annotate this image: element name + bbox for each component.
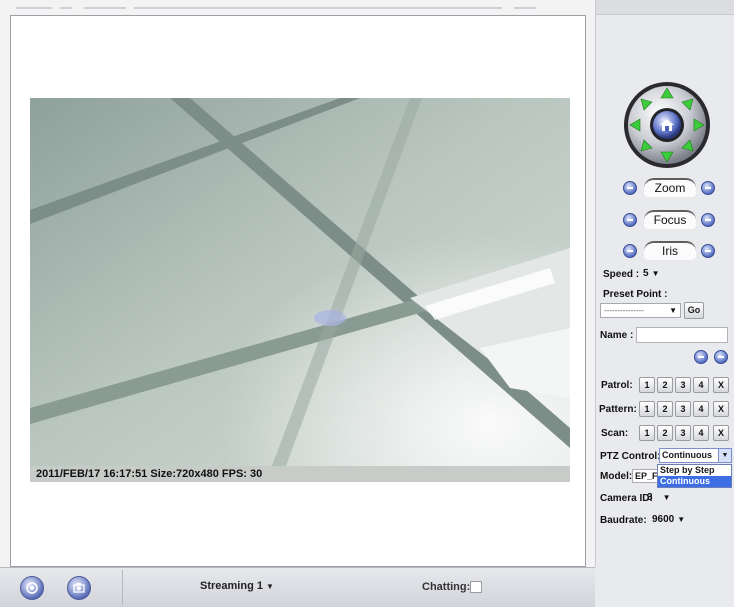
patrol-label: Patrol:	[601, 380, 633, 391]
chevron-down-icon: ▼	[651, 269, 660, 278]
scan-stop-button[interactable]: X	[713, 425, 729, 441]
chevron-down-icon: ▼	[718, 449, 731, 462]
zoom-control: Zoom	[596, 176, 734, 200]
patrol-button-2[interactable]: 2	[657, 377, 673, 393]
bottom-toolbar: Streaming 1 ▼ Chatting:	[0, 567, 595, 607]
chatting-checkbox[interactable]	[470, 581, 482, 593]
pattern-button-3[interactable]: 3	[675, 401, 691, 417]
zoom-in-button[interactable]	[701, 181, 715, 195]
focus-far-button[interactable]	[701, 213, 715, 227]
chevron-down-icon: ▼	[677, 515, 686, 524]
toolbar-divider	[122, 570, 123, 605]
patrol-button-1[interactable]: 1	[639, 377, 655, 393]
camera-id-label: Camera ID:	[600, 493, 653, 504]
scan-label: Scan:	[601, 428, 629, 439]
name-label: Name :	[600, 330, 634, 341]
iris-open-button[interactable]	[701, 244, 715, 258]
patrol-button-3[interactable]: 3	[675, 377, 691, 393]
live-video[interactable]: 2011/FEB/17 16:17:51 Size:720x480 FPS: 3…	[30, 98, 570, 482]
ptz-control-value: Continuous	[662, 450, 712, 460]
ptz-control-label: PTZ Control:	[600, 451, 661, 462]
ptz-panel-header	[596, 0, 734, 15]
chevron-down-icon: ▼	[669, 306, 677, 315]
viewer-frame: 2011/FEB/17 16:17:51 Size:720x480 FPS: 3…	[0, 0, 596, 567]
ptz-control-select[interactable]: Continuous ▼	[659, 448, 732, 463]
go-button[interactable]: Go	[684, 302, 704, 319]
pattern-button-1[interactable]: 1	[639, 401, 655, 417]
pattern-button-2[interactable]: 2	[657, 401, 673, 417]
pattern-stop-button[interactable]: X	[713, 401, 729, 417]
focus-control: Focus	[596, 208, 734, 232]
pattern-label: Pattern:	[599, 404, 637, 415]
scan-row: Scan: 1 2 3 4 X	[596, 425, 734, 443]
patrol-stop-button[interactable]: X	[713, 377, 729, 393]
streaming-select[interactable]: Streaming 1 ▼	[200, 580, 274, 592]
chevron-down-icon: ▼	[662, 493, 671, 502]
speed-label: Speed :	[603, 269, 640, 280]
camera-id-value: 3	[647, 492, 653, 503]
scan-button-1[interactable]: 1	[639, 425, 655, 441]
snapshot-button[interactable]	[67, 576, 91, 600]
pattern-row: Pattern: 1 2 3 4 X	[596, 401, 734, 419]
ptz-panel: Zoom Focus Iris Speed : 5 ▼ Preset Point …	[596, 0, 734, 606]
camera-scene-image	[30, 98, 570, 482]
patrol-row: Patrol: 1 2 3 4 X	[596, 377, 734, 395]
patrol-button-4[interactable]: 4	[693, 377, 709, 393]
speed-select[interactable]: 5 ▼	[643, 268, 659, 279]
record-button[interactable]	[20, 576, 44, 600]
preset-remove-button[interactable]	[714, 350, 728, 364]
ptz-control-dropdown: Step by Step Continuous	[657, 464, 732, 488]
chatting-label: Chatting:	[422, 581, 471, 593]
focus-label: Focus	[644, 210, 696, 229]
pan-tilt-joystick[interactable]	[622, 80, 712, 170]
streaming-select-value: Streaming 1	[200, 580, 263, 592]
baudrate-value: 9600	[652, 514, 675, 525]
preset-point-label: Preset Point :	[603, 289, 668, 300]
snapshot-icon	[73, 583, 85, 593]
preset-point-select[interactable]: --------------- ▼	[600, 303, 681, 318]
model-label: Model:	[600, 471, 633, 482]
preset-add-button[interactable]	[694, 350, 708, 364]
speed-value: 5	[643, 268, 649, 279]
zoom-out-button[interactable]	[623, 181, 637, 195]
record-icon	[26, 582, 38, 594]
camera-id-select[interactable]: 3 ▼	[647, 492, 670, 503]
ptz-option-continuous[interactable]: Continuous	[658, 476, 731, 487]
home-icon	[660, 119, 674, 131]
baudrate-label: Baudrate:	[600, 515, 647, 526]
ptz-option-step-by-step[interactable]: Step by Step	[658, 465, 731, 476]
zoom-label: Zoom	[644, 178, 696, 197]
pattern-button-4[interactable]: 4	[693, 401, 709, 417]
top-strip	[0, 0, 595, 14]
scan-button-2[interactable]: 2	[657, 425, 673, 441]
name-input[interactable]	[636, 327, 728, 343]
iris-control: Iris	[596, 239, 734, 263]
iris-close-button[interactable]	[623, 244, 637, 258]
baudrate-select[interactable]: 9600 ▼	[652, 514, 685, 525]
chevron-down-icon: ▼	[265, 582, 274, 591]
focus-near-button[interactable]	[623, 213, 637, 227]
iris-label: Iris	[644, 241, 696, 260]
model-field[interactable]: EP_F	[632, 469, 658, 483]
preset-point-value: ---------------	[604, 306, 644, 315]
scan-button-4[interactable]: 4	[693, 425, 709, 441]
video-osd-timestamp: 2011/FEB/17 16:17:51 Size:720x480 FPS: 3…	[30, 466, 570, 482]
scan-button-3[interactable]: 3	[675, 425, 691, 441]
